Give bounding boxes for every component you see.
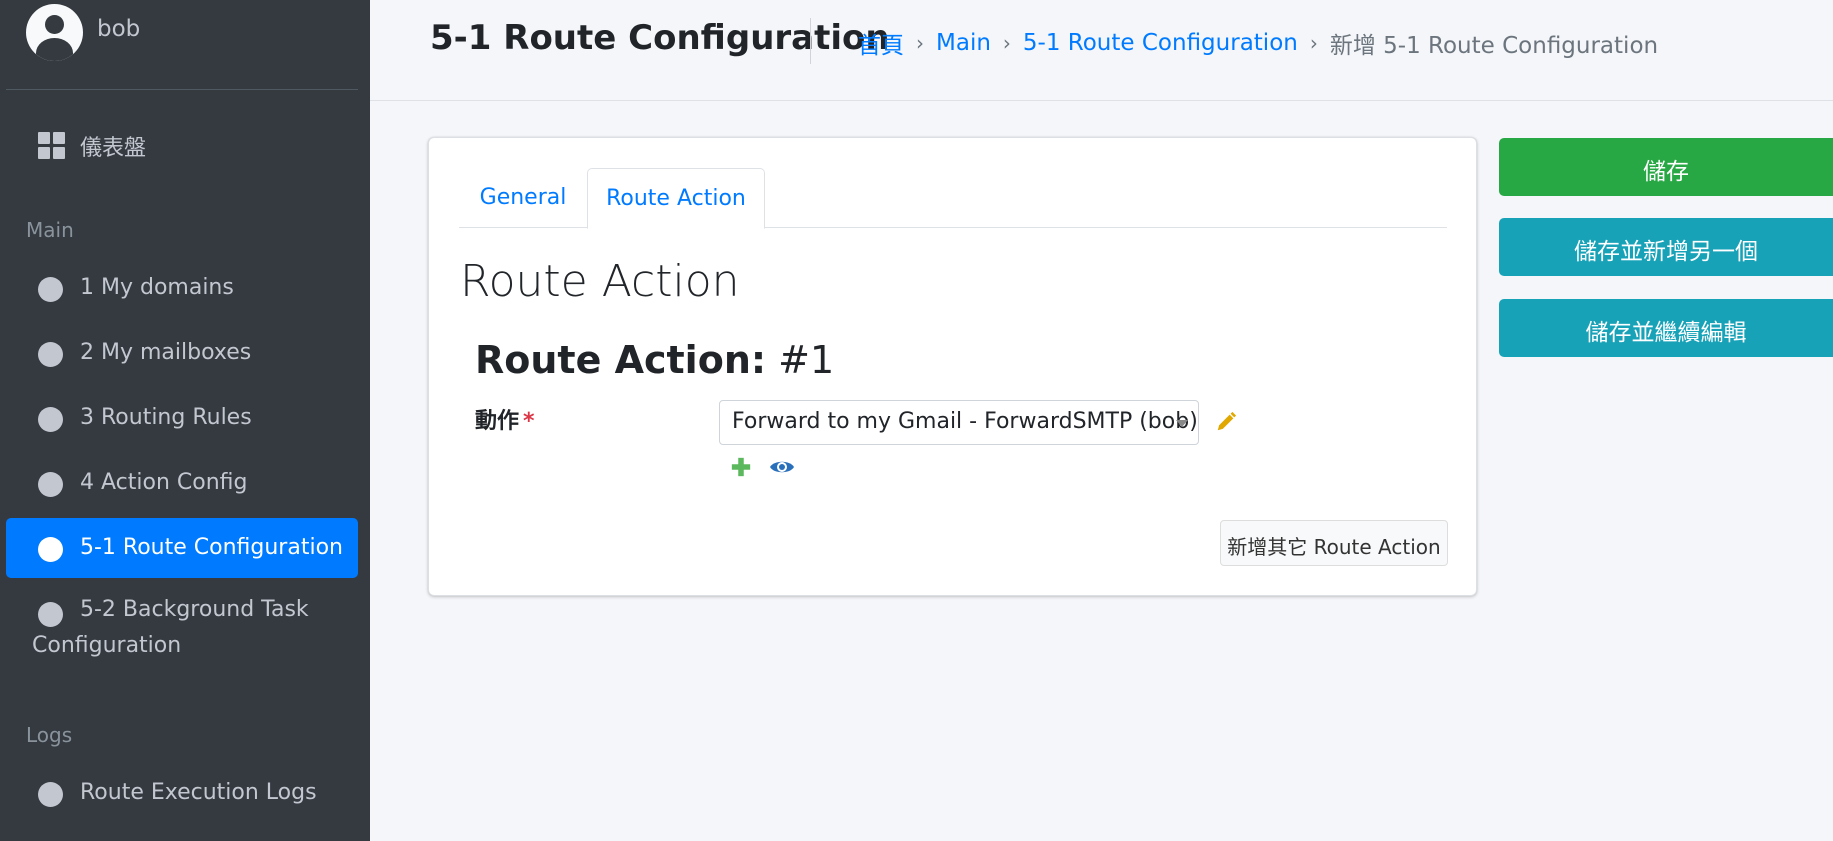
add-another-route-action-button[interactable]: 新增其它 Route Action [1220,520,1448,566]
chevron-right-icon: › [1309,31,1318,55]
sidebar-item-my-domains[interactable]: 1 My domains [6,258,358,318]
inline-title: Route Action: #1 [475,338,834,382]
pencil-icon[interactable] [1215,411,1237,433]
caret-down-icon [1176,420,1188,427]
circle-icon [38,407,63,432]
circle-icon [38,472,63,497]
circle-icon [38,537,63,562]
dashboard-icon [38,132,65,159]
sidebar-item-routing-rules[interactable]: 3 Routing Rules [6,388,358,448]
avatar-icon [26,4,83,61]
breadcrumb-home[interactable]: 首頁 [858,26,904,60]
content-header: 5-1 Route Configuration 首頁 › Main › 5-1 … [370,0,1833,101]
required-mark: * [523,409,535,434]
eye-icon[interactable] [769,457,795,477]
user-panel[interactable]: bob [0,0,370,90]
sidebar-item-dashboard[interactable]: 儀表盤 [6,113,358,173]
tab-bar: General Route Action [459,168,1447,229]
circle-icon [38,342,63,367]
nav-header-logs: Logs [26,723,73,747]
sidebar-item-label: 儀表盤 [80,136,147,161]
breadcrumb: 首頁 › Main › 5-1 Route Configuration › 新增… [858,26,1658,60]
breadcrumb-main[interactable]: Main [936,30,991,56]
action-field-label: 動作 * [475,403,535,435]
sidebar-item-label: 2 My mailboxes [80,340,252,365]
sidebar-item-route-configuration[interactable]: 5-1 Route Configuration [6,518,358,578]
sidebar-item-action-config[interactable]: 4 Action Config [6,453,358,513]
save-and-continue-button[interactable]: 儲存並繼續編輯 [1499,299,1833,357]
breadcrumb-section[interactable]: 5-1 Route Configuration [1023,30,1298,56]
title-divider [810,18,811,64]
user-name[interactable]: bob [97,16,140,42]
sidebar-item-label: 1 My domains [80,275,234,300]
save-and-add-another-button[interactable]: 儲存並新增另一個 [1499,218,1833,276]
save-button[interactable]: 儲存 [1499,138,1833,196]
sidebar-item-label: Route Execution Logs [80,780,317,805]
sidebar-item-my-mailboxes[interactable]: 2 My mailboxes [6,323,358,383]
tab-route-action[interactable]: Route Action [587,168,765,229]
sidebar: bob 儀表盤 Main 1 My domains 2 My mailboxes… [0,0,370,841]
sidebar-divider [6,89,358,90]
chevron-right-icon: › [916,31,924,55]
section-title: Route Action [460,256,740,307]
sidebar-item-label: 5-1 Route Configuration [80,535,343,560]
action-label-text: 動作 [475,409,520,434]
form-card: General Route Action Route Action Route … [428,137,1477,596]
sidebar-item-label: 3 Routing Rules [80,405,252,430]
breadcrumb-current: 新增 5-1 Route Configuration [1329,33,1659,59]
page-title: 5-1 Route Configuration [430,18,890,58]
inline-title-label: Route Action: [475,338,767,382]
sidebar-item-route-execution-logs[interactable]: Route Execution Logs [6,763,358,823]
chevron-right-icon: › [1002,31,1011,55]
nav-header-main: Main [26,218,74,242]
sidebar-item-background-task-configuration[interactable]: 5-2 Background Task Configuration [6,583,358,678]
action-select-value: Forward to my Gmail - ForwardSMTP (bob) [732,409,1198,434]
inline-title-index: #1 [778,338,835,382]
sidebar-item-label: 4 Action Config [80,470,248,495]
circle-icon [38,277,63,302]
action-select[interactable]: Forward to my Gmail - ForwardSMTP (bob) [719,400,1199,445]
tab-general[interactable]: General [459,168,587,229]
plus-icon[interactable] [730,456,752,478]
circle-icon [38,782,63,807]
sidebar-item-label: 5-2 Background Task Configuration [32,597,309,658]
